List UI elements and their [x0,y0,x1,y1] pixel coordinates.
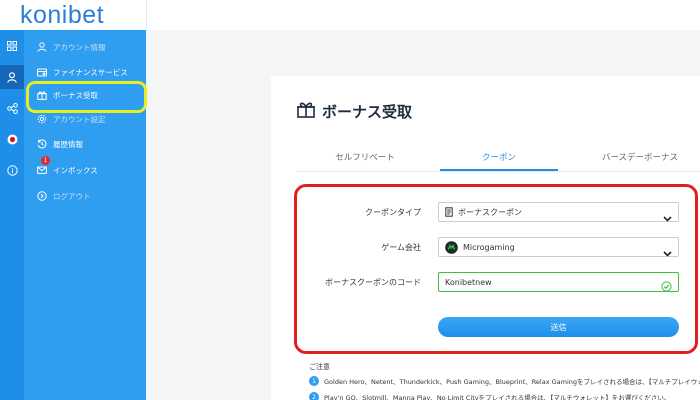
notes-title: ご注意 [309,363,330,371]
note-number: 1 [309,376,319,386]
coupon-code-value: Konibetnew [445,277,492,287]
highlight-annotation [26,81,147,113]
sidebar-item-logout[interactable]: ログアウト [24,185,146,207]
sidebar-item-label: 履歴情報 [53,139,83,149]
sidebar-item-history[interactable]: 履歴情報 [24,133,146,155]
notes-section: ご注意 1 Golden Hero、Netent、Thunderkick、Pus… [309,362,700,400]
logout-icon [36,191,47,202]
inbox-unread-badge: 1 [41,156,50,165]
chevron-down-icon [663,243,672,262]
tab-divider [296,171,700,172]
note-number: 2 [309,392,319,400]
sidebar-item-label: ファイナンスサービス [53,67,128,77]
coupon-type-label: クーポンタイプ [365,208,421,217]
sidebar-item-label: インボックス [53,165,98,175]
grid-icon[interactable] [0,34,24,58]
coupon-code-input[interactable]: Konibetnew [438,272,679,292]
note-text: Play'n GO、Slotmill、Manna Play、No Limit C… [324,394,671,400]
user-icon [36,42,47,53]
finance-icon [36,67,47,78]
info-icon[interactable] [0,158,24,182]
flag-japan-icon[interactable] [0,127,24,151]
check-circle-icon [661,277,672,296]
coupon-type-select[interactable]: ボーナスクーポン [438,202,679,222]
note-text: Golden Hero、Netent、Thunderkick、Push Gami… [324,378,700,386]
game-company-label: ゲーム会社 [381,243,421,252]
sidebar-item-label: アカウント情報 [53,42,106,52]
sidebar-item-finance[interactable]: ファイナンスサービス [24,61,146,83]
page-title: ボーナス受取 [296,99,412,123]
sidebar-item-label: アカウント設定 [53,114,106,124]
coupon-type-value: ボーナスクーポン [458,207,522,217]
chevron-down-icon [663,208,672,227]
mail-icon [36,165,47,176]
divider [146,0,147,30]
page-title-text: ボーナス受取 [322,102,413,121]
microgaming-logo-icon [445,240,458,254]
share-icon[interactable] [0,96,24,120]
submit-button[interactable]: 送信 [438,317,679,337]
coupon-code-label: ボーナスクーポンのコード [325,278,421,287]
list-item: 1 Golden Hero、Netent、Thunderkick、Push Ga… [309,376,700,386]
sidebar-item-account-info[interactable]: アカウント情報 [24,36,146,58]
coupon-icon [445,207,453,217]
gear-icon [36,114,47,125]
top-bar: konibet [0,0,700,30]
history-icon [36,139,47,150]
user-icon[interactable] [0,65,24,89]
tab-birthday-bonus[interactable]: バースデーボーナス [580,150,700,172]
sidebar-item-label: ログアウト [53,191,91,201]
tab-self-rebate[interactable]: セルフリベート [296,150,434,172]
list-item: 2 Play'n GO、Slotmill、Manna Play、No Limit… [309,392,700,400]
gift-icon [296,99,316,123]
game-company-value: Microgaming [463,242,515,252]
game-company-select[interactable]: Microgaming [438,237,679,257]
icon-rail [0,30,24,400]
konibet-logo[interactable]: konibet [20,2,104,28]
active-tab-indicator [440,169,558,171]
